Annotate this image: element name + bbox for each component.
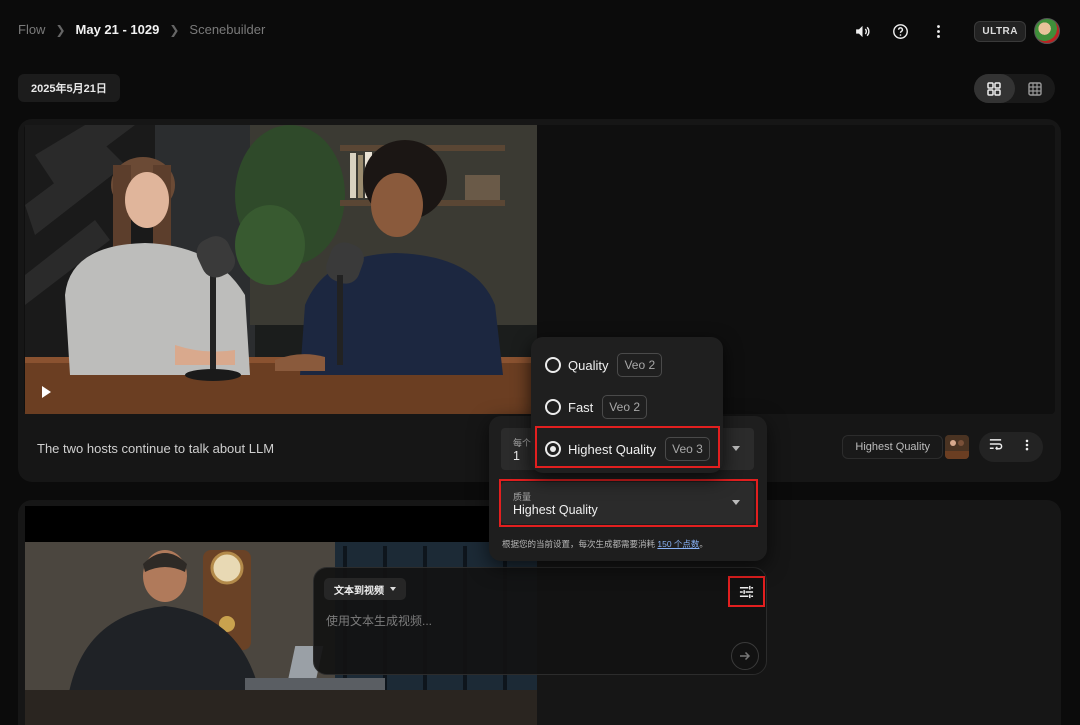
more-vert-icon[interactable]	[1020, 438, 1034, 457]
radio-icon	[545, 357, 561, 373]
breadcrumb: Flow ❯ May 21 - 1029 ❯ Scenebuilder	[18, 22, 265, 37]
video-thumbnail[interactable]	[25, 125, 537, 414]
quality-tag: Highest Quality	[842, 435, 943, 459]
large-grid-button[interactable]	[1015, 74, 1056, 103]
plan-badge: ULTRA	[974, 20, 1026, 42]
view-toggle	[974, 74, 1055, 103]
arrow-forward-icon	[740, 651, 751, 661]
model-badge: Veo 2	[602, 395, 647, 419]
avatar[interactable]	[1034, 18, 1060, 44]
volume-icon[interactable]	[852, 21, 872, 41]
grid-view-icon	[987, 81, 1001, 96]
play-icon[interactable]	[42, 386, 51, 398]
mode-selector[interactable]: 文本到视频	[324, 578, 406, 600]
credits-link[interactable]: 150 个点数	[657, 539, 699, 549]
clip-actions	[979, 432, 1043, 462]
help-icon[interactable]	[890, 21, 910, 41]
breadcrumb-project[interactable]: May 21 - 1029	[76, 22, 160, 37]
arrow-drop-down-icon	[390, 587, 396, 591]
clip-mini-thumbnail[interactable]	[945, 435, 969, 459]
chevron-right-icon: ❯	[169, 22, 180, 37]
top-bar: Flow ❯ May 21 - 1029 ❯ Scenebuilder ULTR…	[0, 0, 1080, 62]
breadcrumb-scenebuilder: Scenebuilder	[189, 22, 266, 37]
option-label: Fast	[568, 399, 594, 415]
chevron-right-icon: ❯	[55, 22, 66, 37]
credits-note-end: 。	[699, 539, 708, 549]
date-chip: 2025年5月21日	[18, 74, 120, 102]
prompt-input[interactable]: 使用文本生成视频...	[326, 612, 432, 629]
header-actions: ULTRA	[852, 18, 1060, 44]
quality-option-quality[interactable]: Quality Veo 2	[545, 353, 663, 377]
model-badge: Veo 2	[617, 353, 663, 377]
prompt-composer: 文本到视频 使用文本生成视频...	[313, 567, 767, 675]
podcast-scene-image	[25, 125, 537, 414]
tune-icon	[739, 585, 754, 598]
radio-icon	[545, 399, 561, 415]
option-label: Quality	[568, 357, 609, 373]
breadcrumb-flow[interactable]: Flow	[18, 22, 45, 37]
grid-view-button[interactable]	[974, 74, 1015, 103]
mode-label: 文本到视频	[334, 585, 384, 597]
credits-note: 根据您的当前设置，每次生成都需要消耗 150 个点数。	[502, 538, 708, 550]
edit-clip-icon[interactable]	[988, 437, 1003, 457]
more-vert-icon[interactable]	[928, 21, 948, 41]
highlight-box	[535, 426, 720, 468]
quality-menu: Quality Veo 2 Fast Veo 2 Highest Quality…	[531, 337, 723, 473]
credits-note-text: 根据您的当前设置，每次生成都需要消耗	[502, 539, 658, 549]
quality-option-fast[interactable]: Fast Veo 2	[545, 395, 647, 419]
outputs-per-prompt-value: 1	[513, 449, 520, 463]
clip-caption: The two hosts continue to talk about LLM	[37, 441, 275, 456]
large-grid-icon	[1028, 81, 1042, 96]
arrow-drop-down-icon	[732, 446, 740, 451]
highlight-box	[499, 479, 758, 527]
send-button[interactable]	[731, 642, 759, 670]
settings-button[interactable]	[728, 576, 765, 607]
